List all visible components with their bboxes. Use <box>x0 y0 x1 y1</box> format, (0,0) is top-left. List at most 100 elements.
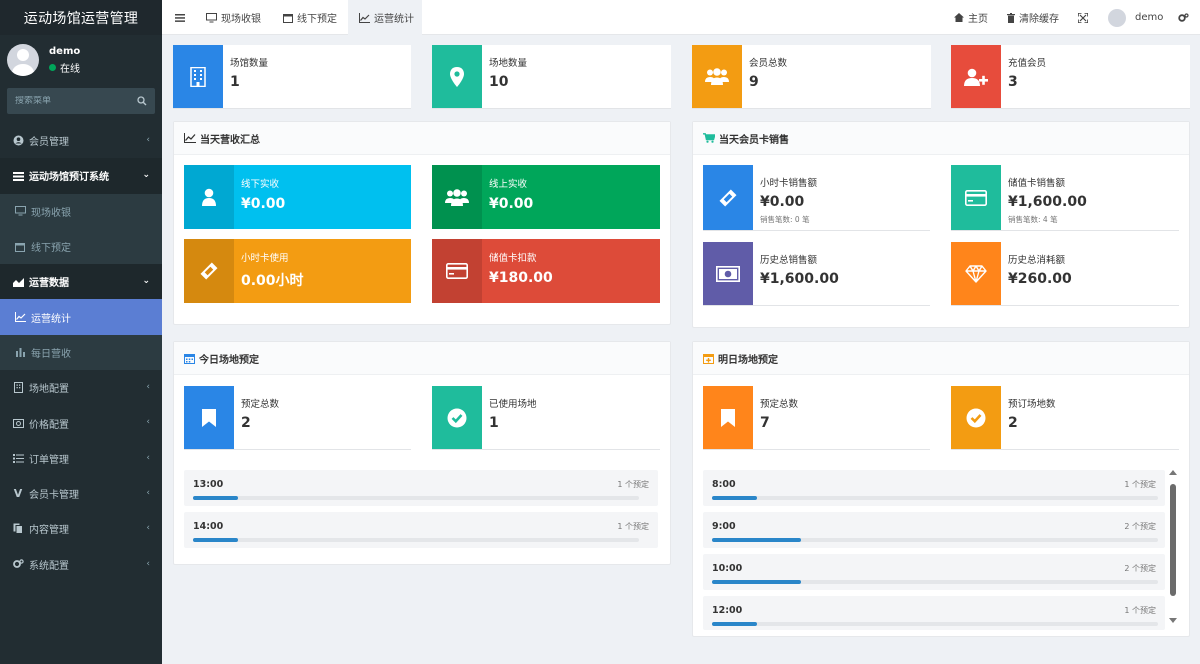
stat-icon-box <box>173 45 223 108</box>
brand-title[interactable]: 运动场馆运营管理 <box>0 0 162 35</box>
time-slot-item: 12:00 1 个预定 <box>703 596 1165 630</box>
trash-icon <box>1007 12 1015 23</box>
sidebar-item-order-management[interactable]: 订单管理 ‹ <box>0 441 162 476</box>
revenue-icon-box <box>184 165 234 229</box>
stat-label: 小时卡销售额 <box>760 178 818 189</box>
hour-card-sales: 小时卡销售额 ¥0.00 销售笔数: 0 笔 <box>703 165 930 231</box>
desktop-icon <box>14 206 26 216</box>
sidebar-item-booking-system[interactable]: 运动场馆预订系统 ⌄ <box>0 158 162 194</box>
sidebar-item-venue-config[interactable]: 场地配置 ‹ <box>0 370 162 405</box>
scroll-up-icon[interactable] <box>1169 470 1177 475</box>
time-slot-item: 10:00 2 个预定 <box>703 554 1165 590</box>
sidebar-item-label: 场地配置 <box>29 384 69 396</box>
home-link[interactable]: 主页 <box>954 0 988 35</box>
tomorrow-booking-total: 预定总数 7 <box>703 386 930 450</box>
tab-operations-stats[interactable]: 运营统计 <box>348 0 422 35</box>
stat-icon-box <box>432 386 482 449</box>
cogs-icon <box>1178 12 1189 23</box>
slot-time: 10:00 <box>712 563 743 574</box>
top-navbar: 现场收银 线下预定 运营统计 主页 清除缓存 demo <box>162 0 1200 35</box>
stat-subtext: 销售笔数: 0 笔 <box>760 215 810 224</box>
tomorrow-booked-courts: 预订场地数 2 <box>951 386 1179 450</box>
calendar-icon <box>184 353 195 364</box>
revenue-online: 线上实收 ¥0.00 <box>432 165 660 229</box>
panel-title: 明日场地预定 <box>718 354 778 366</box>
settings-button[interactable] <box>1178 0 1189 35</box>
money-icon <box>716 265 740 282</box>
slot-progress <box>193 496 639 500</box>
slot-count: 1 个预定 <box>617 480 649 489</box>
building-icon <box>12 382 24 394</box>
revenue-value: ¥0.00 <box>489 196 534 212</box>
revenue-icon-box <box>432 239 482 303</box>
sidebar-item-onsite-cashier[interactable]: 现场收银 <box>0 193 162 229</box>
slot-count: 1 个预定 <box>1124 480 1156 489</box>
sidebar-item-offline-booking[interactable]: 线下预定 <box>0 228 162 265</box>
sidebar-item-members[interactable]: 会员管理 ‹ <box>0 123 162 158</box>
sidebar-item-label: 运营统计 <box>31 313 71 325</box>
stat-label: 历史总消耗额 <box>1008 255 1066 266</box>
money-icon <box>12 418 24 428</box>
slot-time: 14:00 <box>193 521 224 532</box>
stat-label: 历史总销售额 <box>760 255 818 266</box>
hamburger-icon <box>175 13 185 22</box>
stat-label: 场馆数量 <box>230 58 269 69</box>
tab-label: 运营统计 <box>374 14 414 25</box>
chevron-left-icon: ‹ <box>146 523 150 534</box>
stat-value: 9 <box>749 74 759 90</box>
list-icon <box>12 171 24 181</box>
time-slot-item: 9:00 2 个预定 <box>703 512 1165 548</box>
stat-value: 10 <box>489 74 509 90</box>
user-name: demo <box>49 45 81 57</box>
sidebar-item-system-config[interactable]: 系统配置 ‹ <box>0 547 162 582</box>
stat-icon-box <box>951 45 1001 108</box>
sidebar-item-daily-revenue[interactable]: 每日营收 <box>0 334 162 371</box>
stat-icon-box <box>703 386 753 449</box>
user-menu[interactable]: demo <box>1108 0 1163 35</box>
menu-search <box>7 88 155 114</box>
online-dot-icon <box>49 63 56 71</box>
revenue-offline: 线下实收 ¥0.00 <box>184 165 411 229</box>
line-chart-icon <box>14 312 26 323</box>
stat-label: 储值卡销售额 <box>1008 178 1066 189</box>
slot-progress <box>193 538 639 542</box>
sidebar-item-price-config[interactable]: 价格配置 ‹ <box>0 405 162 440</box>
tab-onsite-cashier[interactable]: 现场收银 <box>196 0 268 35</box>
area-chart-icon <box>12 277 24 287</box>
scroll-down-icon[interactable] <box>1169 618 1177 623</box>
stat-icon-box <box>703 165 753 230</box>
slot-count: 2 个预定 <box>1124 564 1156 573</box>
time-slot-item: 13:00 1 个预定 <box>184 470 658 506</box>
slot-progress-fill <box>712 496 757 500</box>
tab-offline-booking[interactable]: 线下预定 <box>273 0 346 35</box>
slot-time: 12:00 <box>712 605 743 616</box>
slot-time: 9:00 <box>712 521 736 532</box>
sidebar-item-membership-cards[interactable]: V 会员卡管理 ‹ <box>0 476 162 511</box>
user-status: 在线 <box>49 60 80 75</box>
panel-header: 当天营收汇总 <box>174 122 670 155</box>
stat-court-count: 场地数量 10 <box>432 45 671 109</box>
search-icon[interactable] <box>137 96 147 106</box>
sidebar-item-operations-stats[interactable]: 运营统计 <box>0 299 162 335</box>
sidebar-item-operations-data[interactable]: 运营数据 ⌄ <box>0 264 162 300</box>
sidebar-item-label: 会员卡管理 <box>29 490 79 502</box>
home-label: 主页 <box>968 14 988 25</box>
today-booking-total: 预定总数 2 <box>184 386 411 450</box>
stat-icon-box <box>432 45 482 108</box>
chevron-left-icon: ‹ <box>146 382 150 393</box>
slot-list-scrollbar[interactable] <box>1169 470 1177 626</box>
panel-title: 当天会员卡销售 <box>719 134 789 146</box>
stat-label: 会员总数 <box>749 58 788 69</box>
stat-value: 1 <box>230 74 240 90</box>
building-icon <box>190 66 206 87</box>
menu-search-input[interactable] <box>15 96 115 106</box>
scrollbar-thumb[interactable] <box>1170 484 1176 596</box>
sidebar-item-content-management[interactable]: 内容管理 ‹ <box>0 511 162 546</box>
fullscreen-button[interactable] <box>1078 0 1088 35</box>
revenue-icon-box <box>432 165 482 229</box>
sidebar-toggle[interactable] <box>170 0 190 35</box>
clear-cache-button[interactable]: 清除缓存 <box>1007 0 1059 35</box>
stat-recharge-members: 充值会员 3 <box>951 45 1190 109</box>
revenue-label: 储值卡扣款 <box>489 253 537 264</box>
stat-icon-box <box>692 45 742 108</box>
